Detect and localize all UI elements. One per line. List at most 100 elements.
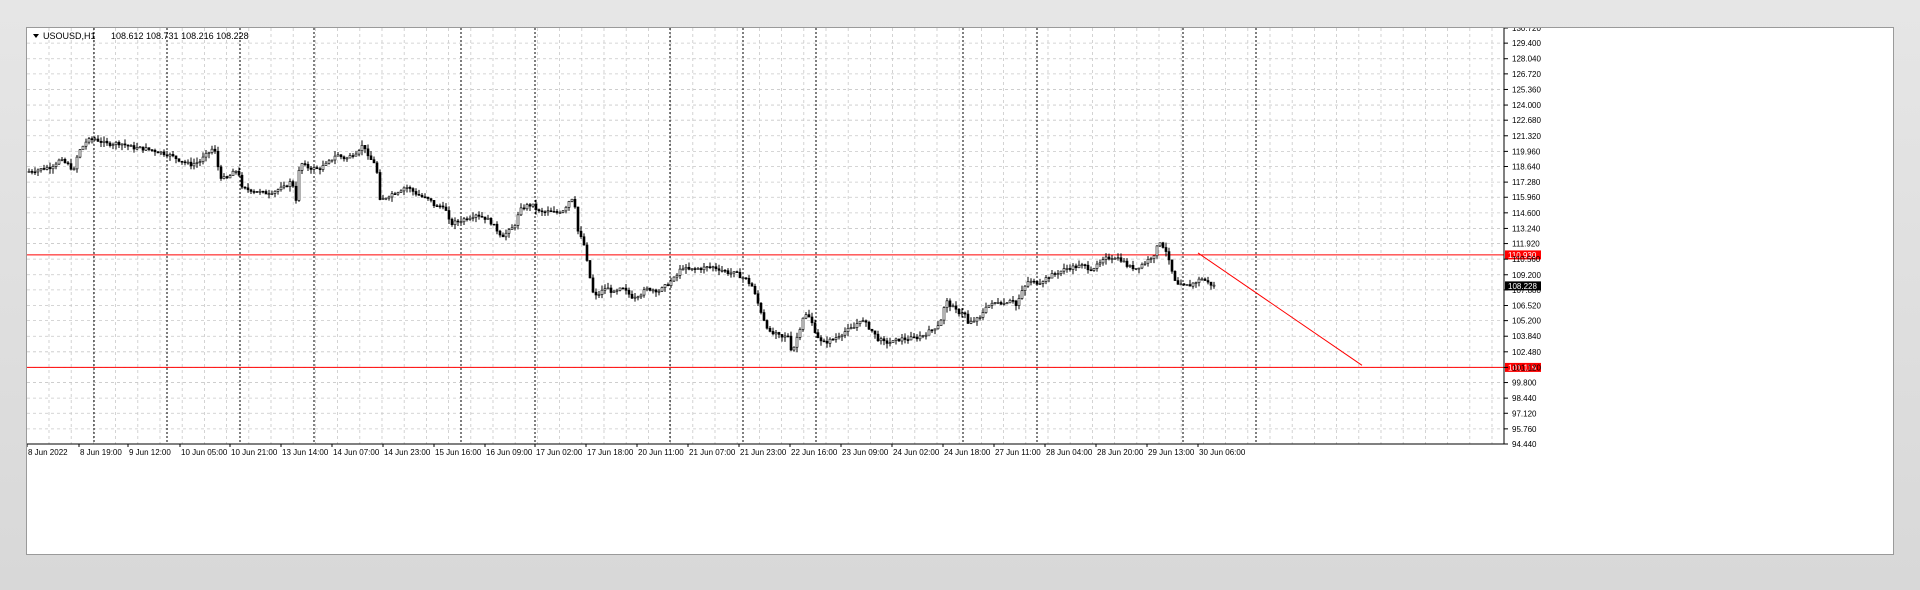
price-chart[interactable]: 110.930101.119 130.720 129.400 128.040 126.… [27, 28, 1893, 554]
candle-body [744, 277, 748, 280]
x-tick-label: 10 Jun 21:00 [231, 448, 278, 457]
x-tick-label: 13 Jun 14:00 [282, 448, 329, 457]
y-tick-label: 105.200 [1512, 317, 1541, 326]
candle [1008, 298, 1012, 304]
candle-body [279, 186, 283, 191]
candle [42, 164, 46, 171]
candle-body [72, 168, 76, 171]
candle [1065, 264, 1069, 273]
price-axis[interactable]: 130.720 129.400 128.040 126.720 125.360 124.0… [1503, 28, 1541, 449]
candle-body [246, 187, 250, 191]
candle-body [462, 218, 466, 223]
candle-body [561, 210, 565, 213]
time-axis[interactable]: 8 Jun 2022 8 Jun 19:00 9 Jun 12:00 10 Jun 0… [27, 443, 1504, 457]
candle [141, 146, 145, 153]
candle [165, 150, 169, 159]
candle [1191, 282, 1195, 289]
candle [147, 147, 151, 152]
candle [1176, 277, 1180, 285]
candle-body [603, 288, 607, 291]
candle-body [1032, 280, 1036, 283]
candle-body [900, 337, 904, 342]
candle-body [1095, 263, 1099, 269]
candle [774, 329, 778, 339]
candle-body [1131, 265, 1135, 270]
candle [1053, 271, 1057, 277]
candle-body [840, 334, 844, 337]
candle-body [114, 141, 118, 145]
x-tick-label: 9 Jun 12:00 [129, 448, 171, 457]
candle-body [270, 193, 274, 195]
candle-body [1089, 269, 1093, 272]
candle [705, 265, 709, 272]
candle-body [504, 232, 508, 238]
candle [438, 203, 442, 209]
candle-body [486, 217, 490, 220]
candle-body [1134, 268, 1138, 270]
candle-body [960, 312, 964, 315]
y-tick-label: 126.720 [1512, 70, 1541, 79]
candle [777, 331, 781, 339]
dropdown-triangle-icon[interactable] [33, 34, 39, 38]
candle-body [615, 289, 619, 292]
chart-window[interactable]: 110.930 101.119 130.720 129.400 128.040 126.… [26, 27, 1894, 555]
candle-body [570, 198, 574, 202]
candle [999, 300, 1003, 305]
candle [612, 289, 616, 293]
candle [804, 311, 808, 320]
candle [1179, 279, 1183, 286]
candle-body [1086, 264, 1090, 271]
trend-line-layer[interactable] [1197, 252, 1363, 366]
candle-body [1023, 285, 1027, 291]
support-resistance-layer[interactable]: 110.930101.119 [27, 250, 1541, 372]
candle-body [240, 174, 244, 188]
candle [978, 315, 982, 321]
candle-body [213, 148, 217, 152]
candle-body [516, 214, 520, 226]
candle-body [810, 316, 814, 324]
candle-body [534, 203, 538, 210]
candle [1146, 256, 1150, 267]
candle-body [477, 214, 481, 217]
candle-body [567, 201, 571, 208]
candle [408, 185, 412, 193]
candle-body [612, 290, 616, 293]
candle-body [519, 207, 523, 216]
candle-body [1002, 303, 1006, 305]
candle [1041, 280, 1045, 288]
trend-line[interactable] [1197, 252, 1363, 366]
candle [498, 229, 502, 238]
candle [261, 190, 265, 194]
y-tick-label: 95.760 [1512, 425, 1537, 434]
candle-body [489, 217, 493, 225]
candle-body [858, 320, 862, 324]
candle-body [648, 287, 652, 291]
candle-body [1038, 283, 1042, 285]
candle-body [696, 268, 700, 270]
candle [921, 334, 925, 339]
candle [249, 188, 253, 194]
candle [987, 304, 991, 309]
candle [756, 290, 760, 307]
candle-body [885, 340, 889, 344]
candle-body [990, 302, 994, 306]
candle-body [948, 300, 952, 307]
candle-body [195, 162, 199, 164]
candle-body [801, 317, 805, 330]
candle-body [309, 167, 313, 170]
candle-body [312, 167, 316, 170]
candle-body [678, 268, 682, 276]
candle [78, 149, 82, 159]
candle [822, 338, 826, 343]
y-tick-label: 125.360 [1512, 85, 1541, 94]
y-tick-label: 101.120 [1512, 363, 1541, 372]
candle-body [1008, 300, 1012, 304]
candle [609, 284, 613, 298]
candle-body [522, 207, 526, 210]
candle-body [465, 218, 469, 221]
candle [939, 319, 943, 326]
candle [711, 265, 715, 272]
candle [738, 268, 742, 279]
candle [552, 206, 556, 213]
candle-body [135, 147, 139, 150]
